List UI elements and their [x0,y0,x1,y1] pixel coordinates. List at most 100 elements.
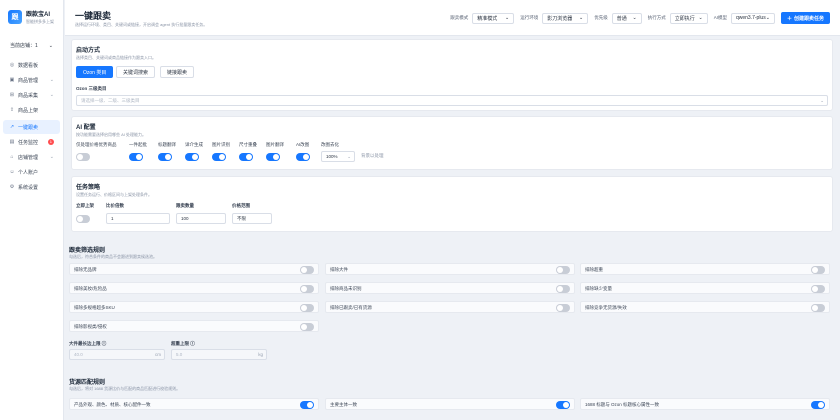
match-title: 货源匹配规则 [69,380,106,386]
filter-rule-toggle[interactable] [556,284,570,293]
sidebar-item-label: 商品上架 [18,107,39,114]
filter-rule-toggle[interactable] [300,322,314,331]
model-label: AI模型 [713,15,727,20]
filter-rule-row: 排除无品牌 [69,263,319,275]
publish-now-toggle[interactable] [76,215,90,223]
plus-icon: ＋ [786,15,792,22]
weight-limit-label: 超重上限 ⓘ [171,341,195,346]
match-rule-toggle[interactable] [556,400,570,409]
price-range-label: 价格范围 [232,203,250,208]
chevron-down-icon: ⌄ [505,15,510,21]
user-icon: ☺ [9,169,15,175]
filter-rule-toggle[interactable] [811,265,825,274]
filter-rule-toggle[interactable] [300,303,314,312]
filter-rule-toggle[interactable] [556,265,570,274]
exec-select[interactable]: 立即执行 ⌄ [669,12,708,24]
match-rule-row: 主要主体一致 [325,398,575,410]
count-label: 跟卖数量 [176,203,194,208]
filter-rule-label: 排除大件 [330,267,348,272]
edit-ratio-select[interactable]: 100% ⌄ [321,151,355,162]
chevron-down-icon: ⌄ [49,92,54,98]
sidebar-item-label: 一键跟卖 [18,124,39,131]
mode-link-button[interactable]: 链接跟卖 [160,66,195,78]
ai-toggle-image[interactable] [212,153,226,161]
ai-label-title: 标题翻译 [158,142,176,147]
dashboard-icon: ◎ [9,62,15,68]
sidebar-item-product-collect[interactable]: ⊞ 商品采集 ⌄ [3,88,60,102]
weight-limit-input[interactable]: 5.0 kg [171,349,267,360]
strategy-title: 任务策略 [76,185,101,191]
filter-title: 跟卖筛选规则 [69,248,106,254]
ai-toggle-image-translate[interactable] [266,153,280,161]
ai-toggle-title[interactable] [158,153,172,161]
ai-label-one: 一件起批 [129,142,147,147]
size-limit-label: 大件最长边上限 ⓘ [69,341,107,346]
model-select[interactable]: qwen3.7-plus ⌄ [730,12,775,24]
chevron-down-icon: ⌄ [698,15,703,21]
ai-title: AI 配置 [76,125,96,131]
filter-rule-toggle[interactable] [556,303,570,312]
filter-rule-label: 排除多规格超多SKU [74,305,115,310]
sidebar-item-task-monitor[interactable]: ▤ 任务监控 1 [3,135,60,149]
filter-rule-row: 排除多规格超多SKU [69,301,319,313]
mode-label: 跟卖模式 [450,15,469,20]
filter-rule-toggle[interactable] [811,303,825,312]
filter-rule-toggle[interactable] [811,284,825,293]
brand-subtitle: 智能拼多多上架 [26,19,54,24]
filter-desc: 勾选后，符合条件的商品不会跟进到跟卖候选池。 [69,254,157,259]
filter-rule-toggle[interactable] [300,284,314,293]
count-input[interactable]: 100 [176,213,226,224]
price-range-input[interactable]: 不限 [232,213,272,224]
filter-rule-label: 排除美妆/危险品 [74,286,107,291]
chevron-down-icon: ⌄ [48,42,53,49]
mode-select[interactable]: 精准模式 ⌄ [472,12,515,24]
ai-toggle-detail[interactable] [185,153,199,161]
mode-ozon-category-button[interactable]: Ozon 类目 [76,66,114,78]
ratio-input[interactable]: 1 [106,213,170,224]
filter-rule-toggle[interactable] [300,265,314,274]
create-task-button[interactable]: ＋创建跟卖任务 [780,12,830,24]
ai-label-detail: 详介生成 [185,142,203,147]
ai-label-ai-edit: AI改图 [296,142,310,147]
chevron-down-icon: ⌄ [632,15,637,21]
exec-label: 执行方式 [647,15,666,20]
sidebar-item-product-manage[interactable]: ▣ 商品管理 ⌄ [3,73,60,87]
ai-label-image-translate: 图片翻译 [266,142,284,147]
filter-rule-label: 排除已跟卖/已有货源 [330,305,372,310]
sidebar-item-account[interactable]: ☺ 个人账户 [3,165,60,179]
strategy-desc: 设置任务运行、价格区间与上架处理条件。 [76,192,152,197]
env-select[interactable]: 影刀浏览器 ⌄ [542,12,589,24]
mode-keyword-button[interactable]: 关键词搜索 [116,66,156,78]
page-description: 选择运行环境、类目、关键词或链接，开启调会 agent 执行批量跟卖任务。 [75,22,208,27]
size-limit-input[interactable]: 40.0 cm [69,349,165,360]
filter-rule-row: 排除大件 [325,263,575,275]
filter-rule-row: 排除缺少变量 [580,282,830,294]
ai-toggle-ai-edit[interactable] [296,153,310,161]
filter-rule-row: 排除商品未识别 [325,282,575,294]
sidebar-item-product-publish[interactable]: ⇪ 商品上架 [3,103,60,117]
sidebar-item-follow-sell[interactable]: ↗ 一键跟卖 [3,120,60,134]
ai-toggle-price[interactable] [76,153,90,161]
chevron-down-icon: ⌄ [49,77,54,83]
sidebar-item-label: 店铺管理 [18,154,39,161]
category-select[interactable]: 请选择一级、二级、三级类目 ⌄ [76,95,828,106]
topbar: 一键跟卖 选择运行环境、类目、关键词或链接，开启调会 agent 执行批量跟卖任… [65,0,840,36]
chevron-down-icon: ⌄ [49,154,54,160]
follow-icon: ↗ [9,124,15,130]
filter-rule-label: 排除缺少变量 [585,286,612,291]
sidebar-item-settings[interactable]: ⚙ 系统设置 [3,180,60,194]
sidebar-item-label: 数据看板 [18,62,39,69]
chevron-down-icon: ⌄ [347,153,351,159]
env-label: 运行环境 [520,15,539,20]
ai-toggle-one[interactable] [129,153,143,161]
match-rule-toggle[interactable] [300,400,314,409]
match-rule-toggle[interactable] [811,400,825,409]
ai-toggle-size[interactable] [239,153,253,161]
store-label: 当前店铺：1 [10,43,38,49]
sidebar-item-store-manage[interactable]: ⌂ 店铺管理 ⌄ [3,150,60,164]
filter-rule-label: 排除影视类/侵权 [74,324,107,329]
priority-select[interactable]: 普通 ⌄ [611,12,642,24]
ai-label-image: 图片识别 [212,142,230,147]
sidebar-item-dashboard[interactable]: ◎ 数据看板 [3,58,60,72]
store-selector[interactable]: 当前店铺：1 ⌄ [6,39,57,52]
